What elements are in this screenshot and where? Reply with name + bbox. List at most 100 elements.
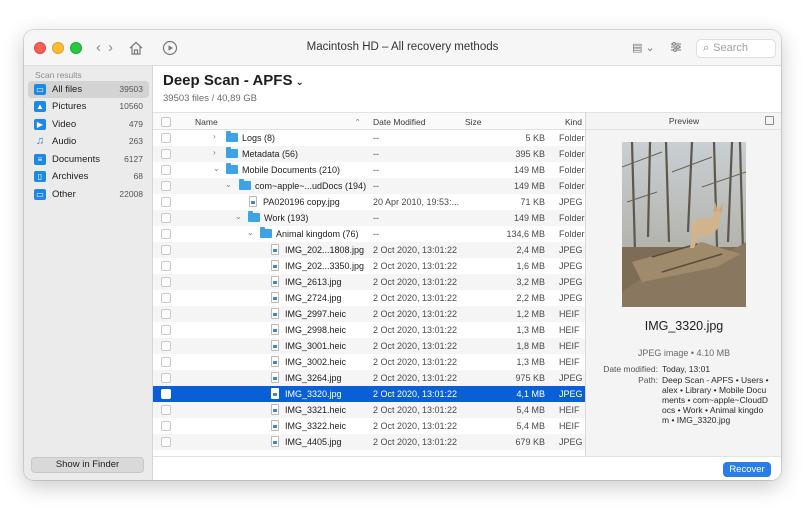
show-in-finder-button[interactable]: Show in Finder <box>31 457 144 473</box>
row-checkbox[interactable] <box>161 373 171 383</box>
row-checkbox[interactable] <box>161 325 171 335</box>
row-checkbox[interactable] <box>161 213 171 223</box>
table-row[interactable]: ⌄ Mobile Documents (210) -- 149 MB Folde… <box>153 162 585 178</box>
column-name[interactable]: Name <box>195 117 218 127</box>
row-checkbox[interactable] <box>161 133 171 143</box>
sidebar-item-other[interactable]: ▭ Other 22008 <box>28 186 149 203</box>
row-checkbox[interactable] <box>161 341 171 351</box>
sidebar-item-all-files[interactable]: ▭ All files 39503 <box>28 81 149 98</box>
file-kind: Folder <box>559 213 585 223</box>
path-line: alex • Library • Mobile Docu <box>662 385 767 395</box>
recover-button[interactable]: Recover <box>723 462 771 477</box>
file-kind: JPEG <box>559 389 583 399</box>
column-kind[interactable]: Kind <box>565 117 582 127</box>
file-name: IMG_4405.jpg <box>285 437 342 447</box>
image-file-icon <box>271 388 279 399</box>
file-size: 1,3 MB <box>516 357 545 367</box>
table-row[interactable]: ⌄ Animal kingdom (76) -- 134,6 MB Folder <box>153 226 585 242</box>
table-row[interactable]: IMG_2613.jpg 2 Oct 2020, 13:01:22 3,2 MB… <box>153 274 585 290</box>
row-checkbox[interactable] <box>161 197 171 207</box>
folder-icon <box>226 131 238 142</box>
file-date: 2 Oct 2020, 13:01:22 <box>373 373 458 383</box>
chevron-down-icon[interactable]: ⌄ <box>235 212 242 221</box>
row-checkbox[interactable] <box>161 261 171 271</box>
filter-icon[interactable] <box>669 40 683 54</box>
row-checkbox[interactable] <box>161 229 171 239</box>
row-checkbox[interactable] <box>161 405 171 415</box>
row-checkbox[interactable] <box>161 293 171 303</box>
view-mode-icon[interactable]: ▤ ⌄ <box>632 41 655 54</box>
all-files-icon: ▭ <box>34 84 46 95</box>
table-row[interactable]: ⌄ Work (193) -- 149 MB Folder <box>153 210 585 226</box>
row-checkbox[interactable] <box>161 149 171 159</box>
file-kind: JPEG <box>559 197 583 207</box>
folder-icon <box>260 227 272 238</box>
sidebar-item-audio[interactable]: ♫ Audio 263 <box>28 133 149 150</box>
sidebar-item-count: 39503 <box>119 84 143 94</box>
table-row[interactable]: IMG_3264.jpg 2 Oct 2020, 13:01:22 975 KB… <box>153 370 585 386</box>
table-row[interactable]: IMG_2998.heic 2 Oct 2020, 13:01:22 1,3 M… <box>153 322 585 338</box>
row-checkbox[interactable] <box>161 309 171 319</box>
file-date: -- <box>373 213 379 223</box>
file-size: 3,2 MB <box>516 277 545 287</box>
image-file-icon <box>271 276 279 287</box>
column-date-modified[interactable]: Date Modified <box>373 117 425 127</box>
chevron-down-icon[interactable]: ⌄ <box>213 164 220 173</box>
chevron-down-icon[interactable]: ⌄ <box>247 228 254 237</box>
sidebar-title: Scan results <box>35 70 82 80</box>
table-row[interactable]: IMG_202...1808.jpg 2 Oct 2020, 13:01:22 … <box>153 242 585 258</box>
row-checkbox[interactable] <box>161 437 171 447</box>
table-row[interactable]: ⌄ com~apple~...udDocs (194) -- 149 MB Fo… <box>153 178 585 194</box>
preview-title: Preview <box>668 116 700 126</box>
table-row-selected[interactable]: IMG_3320.jpg 2 Oct 2020, 13:01:22 4,1 MB… <box>153 386 585 402</box>
chevron-right-icon[interactable]: › <box>213 132 216 141</box>
table-row[interactable]: IMG_202...3350.jpg 2 Oct 2020, 13:01:22 … <box>153 258 585 274</box>
select-all-checkbox[interactable] <box>161 117 171 127</box>
table-row[interactable]: IMG_3321.heic 2 Oct 2020, 13:01:22 5,4 M… <box>153 402 585 418</box>
chevron-down-icon[interactable]: ⌄ <box>225 180 232 189</box>
file-date: 2 Oct 2020, 13:01:22 <box>373 357 458 367</box>
scan-title[interactable]: Deep Scan - APFS ⌄ <box>163 72 304 89</box>
file-size: 5,4 MB <box>516 421 545 431</box>
sidebar-item-pictures[interactable]: ▲ Pictures 10560 <box>28 98 149 115</box>
window-title: Macintosh HD – All recovery methods <box>306 41 499 53</box>
chevron-right-icon[interactable]: › <box>213 148 216 157</box>
bottom-bar: Recover <box>153 456 781 480</box>
table-row[interactable]: PA020196 copy.jpg 20 Apr 2010, 19:53:...… <box>153 194 585 210</box>
table-row[interactable]: › Logs (8) -- 5 KB Folder <box>153 130 585 146</box>
file-kind: Folder <box>559 229 585 239</box>
table-row[interactable]: IMG_3322.heic 2 Oct 2020, 13:01:22 5,4 M… <box>153 418 585 434</box>
sidebar-item-video[interactable]: ▶ Video 479 <box>28 116 149 133</box>
row-checkbox[interactable] <box>161 389 171 399</box>
open-preview-icon[interactable] <box>765 116 774 125</box>
path-line: m • IMG_3320.jpg <box>662 415 731 425</box>
table-row[interactable]: IMG_3002.heic 2 Oct 2020, 13:01:22 1,3 M… <box>153 354 585 370</box>
image-file-icon <box>271 244 279 255</box>
table-row[interactable]: › Metadata (56) -- 395 KB Folder <box>153 146 585 162</box>
row-checkbox[interactable] <box>161 277 171 287</box>
row-checkbox[interactable] <box>161 165 171 175</box>
column-size[interactable]: Size <box>465 117 482 127</box>
sidebar-item-documents[interactable]: ≡ Documents 6127 <box>28 151 149 168</box>
file-size: 1,8 MB <box>516 341 545 351</box>
search-input[interactable]: ⌕ Search <box>696 39 776 58</box>
file-date: 20 Apr 2010, 19:53:... <box>373 197 460 207</box>
table-row[interactable]: IMG_2997.heic 2 Oct 2020, 13:01:22 1,2 M… <box>153 306 585 322</box>
table-row[interactable]: IMG_2724.jpg 2 Oct 2020, 13:01:22 2,2 MB… <box>153 290 585 306</box>
row-checkbox[interactable] <box>161 421 171 431</box>
file-size: 1,2 MB <box>516 309 545 319</box>
file-date: 2 Oct 2020, 13:01:22 <box>373 341 458 351</box>
sidebar-item-count: 6127 <box>124 154 143 164</box>
table-row[interactable]: IMG_3001.heic 2 Oct 2020, 13:01:22 1,8 M… <box>153 338 585 354</box>
sidebar-item-archives[interactable]: ▯ Archives 68 <box>28 168 149 185</box>
file-date: -- <box>373 165 379 175</box>
file-date: 2 Oct 2020, 13:01:22 <box>373 293 458 303</box>
table-row[interactable]: IMG_4405.jpg 2 Oct 2020, 13:01:22 679 KB… <box>153 434 585 450</box>
sort-ascending-icon[interactable]: ⌃ <box>354 117 361 128</box>
row-checkbox[interactable] <box>161 357 171 367</box>
row-checkbox[interactable] <box>161 245 171 255</box>
file-kind: Folder <box>559 133 585 143</box>
file-name: com~apple~...udDocs (194) <box>255 181 367 191</box>
video-icon: ▶ <box>34 119 46 130</box>
row-checkbox[interactable] <box>161 181 171 191</box>
